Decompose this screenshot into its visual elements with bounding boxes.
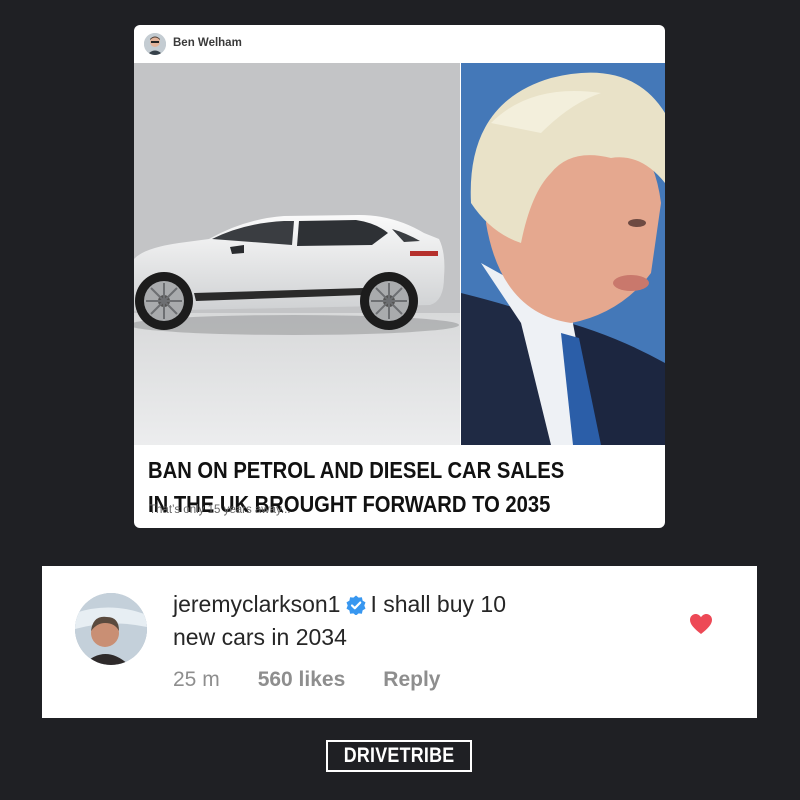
reply-button[interactable]: Reply — [383, 668, 440, 691]
author-avatar[interactable] — [144, 33, 166, 55]
verified-badge-icon — [346, 595, 366, 615]
comment-card: jeremyclarkson1 I shall buy 10 new cars … — [42, 566, 757, 718]
comment-body: jeremyclarkson1 I shall buy 10 new cars … — [173, 588, 613, 654]
comment-time: 25 m — [173, 668, 220, 691]
headline-line-1: BAN ON PETROL AND DIESEL CAR SALES — [148, 457, 565, 483]
brand-logo-text: DRIVETRIBE — [343, 744, 455, 767]
commenter-avatar[interactable] — [75, 593, 147, 665]
post-image[interactable] — [134, 63, 665, 445]
drivetribe-logo: DRIVETRIBE — [326, 740, 472, 772]
author-name[interactable]: Ben Welham — [173, 37, 242, 49]
post-header: Ben Welham — [134, 25, 665, 63]
heart-icon[interactable] — [689, 613, 713, 635]
comment-text-part-2: new cars in 2034 — [173, 624, 347, 650]
post-card[interactable]: Ben Welham BAN ON PETROL AND DIESEL CAR … — [134, 25, 665, 528]
comment-meta: 25 m 560 likes Reply — [173, 668, 478, 692]
comment-username[interactable]: jeremyclarkson1 — [173, 591, 340, 617]
post-subtext: That’s only 15 years away... — [149, 504, 291, 516]
likes-count-link[interactable]: 560 likes — [258, 668, 346, 691]
car-photo — [134, 63, 460, 445]
person-photo — [461, 63, 665, 445]
comment-text-part-1: I shall buy 10 — [370, 591, 506, 617]
